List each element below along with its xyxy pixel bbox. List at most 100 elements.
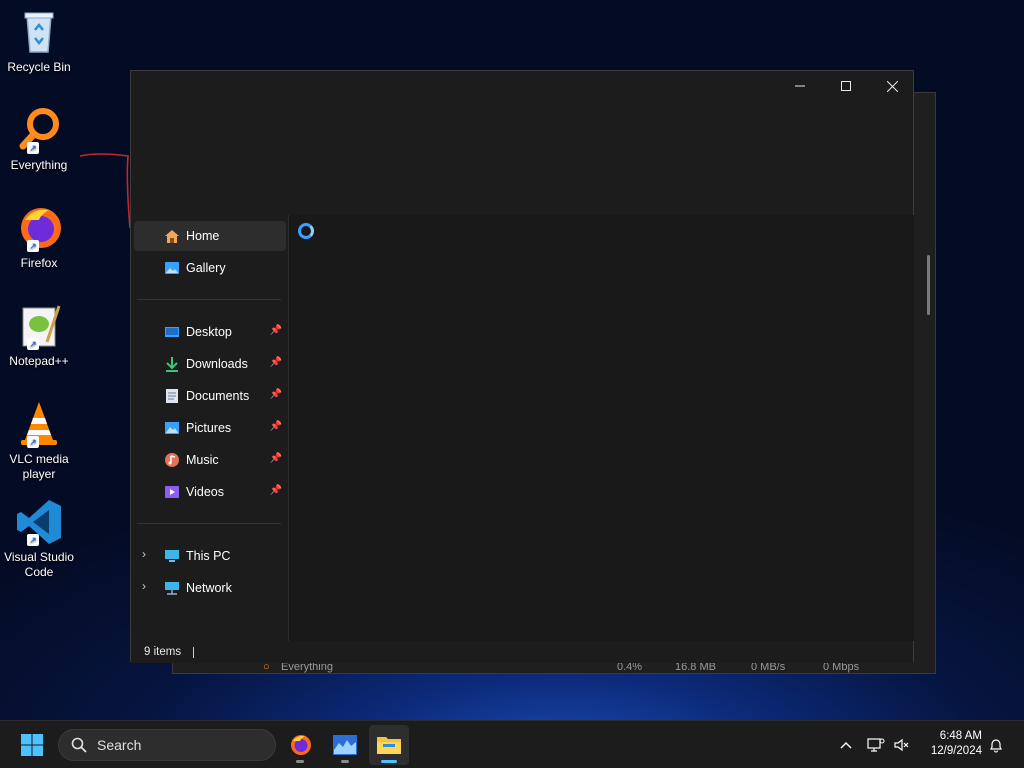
nav-item-desktop[interactable]: Desktop 📌 <box>134 317 286 347</box>
task-manager-icon <box>333 735 357 755</box>
pin-icon[interactable]: 📌 <box>270 485 282 496</box>
everything-small-icon: ○ <box>263 663 270 673</box>
network-status-icon[interactable] <box>866 735 886 755</box>
folder-icon <box>377 737 401 754</box>
start-button[interactable] <box>12 725 52 765</box>
desktop-icon-label: VLC media player <box>9 452 69 481</box>
process-cpu: 0.4% <box>617 663 643 673</box>
download-arrow-icon <box>164 356 180 372</box>
desktop-folder-icon <box>164 324 180 340</box>
picture-icon <box>164 420 180 436</box>
taskbar-file-explorer[interactable] <box>369 725 409 765</box>
desktop-icon-everything[interactable]: ↗ Everything <box>2 106 76 173</box>
close-icon <box>886 80 898 92</box>
background-process-row[interactable]: ○ Everything 0.4% 16.8 MB 0 MB/s 0 Mbps <box>259 663 939 675</box>
search-placeholder: Search <box>97 737 142 753</box>
nav-item-home[interactable]: Home <box>134 221 286 251</box>
nav-item-music[interactable]: Music 📌 <box>134 445 286 475</box>
volume-muted-icon[interactable] <box>892 735 912 755</box>
nav-label: Gallery <box>186 261 226 275</box>
taskbar-task-manager[interactable] <box>325 725 365 765</box>
nav-item-this-pc[interactable]: › This PC <box>134 541 286 571</box>
pin-icon[interactable]: 📌 <box>270 421 282 432</box>
nav-label: Videos <box>186 485 224 499</box>
nav-label: Network <box>186 581 232 595</box>
taskbar-firefox[interactable] <box>280 725 320 765</box>
running-indicator <box>296 760 304 763</box>
nav-item-pictures[interactable]: Pictures 📌 <box>134 413 286 443</box>
desktop-icon-label: Notepad++ <box>9 354 69 368</box>
show-hidden-icons-chevron-up-icon[interactable] <box>836 735 856 755</box>
nav-divider <box>137 523 281 524</box>
desktop-icon-label: Recycle Bin <box>7 60 71 74</box>
notepadpp-icon: ↗ <box>15 302 63 350</box>
nav-label: This PC <box>186 549 231 563</box>
nav-item-gallery[interactable]: Gallery <box>134 253 286 283</box>
close-button[interactable] <box>869 71 915 101</box>
running-indicator <box>341 760 349 763</box>
nav-label: Home <box>186 229 220 243</box>
nav-label: Desktop <box>186 325 232 339</box>
shortcut-arrow-icon: ↗ <box>27 436 39 448</box>
shortcut-arrow-icon: ↗ <box>27 142 39 154</box>
loading-spinner-icon <box>298 223 314 239</box>
item-count: 9 items <box>144 646 182 658</box>
document-icon <box>164 388 180 404</box>
notification-bell-icon[interactable] <box>986 735 1006 755</box>
process-name: Everything <box>281 663 333 673</box>
pin-icon[interactable]: 📌 <box>270 325 282 336</box>
desktop-icon-label: Everything <box>10 158 68 172</box>
nav-divider <box>137 299 281 300</box>
firefox-icon <box>291 735 311 755</box>
minimize-icon <box>795 85 805 87</box>
taskbar[interactable]: Search 6:48 AM 12/9/2024 <box>0 720 1024 768</box>
clock-date: 12/9/2024 <box>930 745 982 757</box>
background-scrollbar[interactable] <box>927 255 930 315</box>
status-separator <box>193 646 195 658</box>
navigation-pane[interactable]: Home Gallery Desktop 📌 Downloads 📌 Docum… <box>131 215 289 641</box>
minimize-button[interactable] <box>777 71 823 101</box>
toolbar-area <box>131 101 913 215</box>
pin-icon[interactable]: 📌 <box>270 389 282 400</box>
maximize-button[interactable] <box>823 71 869 101</box>
pin-icon[interactable]: 📌 <box>270 453 282 464</box>
windows-logo-icon <box>21 734 43 756</box>
taskbar-search-box[interactable]: Search <box>58 729 276 761</box>
process-disk: 0 MB/s <box>751 663 786 673</box>
video-icon <box>164 484 180 500</box>
nav-label: Documents <box>186 389 250 403</box>
desktop-icon-recycle-bin[interactable]: Recycle Bin <box>2 8 76 75</box>
nav-label: Pictures <box>186 421 232 435</box>
desktop-icon-vlc[interactable]: ↗ VLC media player <box>2 400 76 482</box>
shortcut-arrow-icon: ↗ <box>27 534 39 546</box>
nav-label: Music <box>186 453 219 467</box>
content-area[interactable] <box>290 215 914 641</box>
desktop-icon-label: Firefox <box>20 256 58 270</box>
search-icon <box>71 737 87 753</box>
clock[interactable]: 6:48 AM 12/9/2024 <box>931 729 982 759</box>
file-explorer-window[interactable]: Home Gallery Desktop 📌 Downloads 📌 Docum… <box>130 70 914 663</box>
nav-label: Downloads <box>186 357 248 371</box>
active-indicator <box>381 760 397 763</box>
desktop-icon-firefox[interactable]: ↗ Firefox <box>2 204 76 271</box>
desktop-icon-notepadpp[interactable]: ↗ Notepad++ <box>2 302 76 369</box>
shortcut-arrow-icon: ↗ <box>27 338 39 350</box>
chevron-right-icon[interactable]: › <box>142 547 146 561</box>
gallery-icon <box>164 260 180 276</box>
computer-monitor-icon <box>164 548 180 564</box>
title-bar[interactable] <box>131 71 913 101</box>
maximize-icon <box>841 81 851 91</box>
red-annotation-stroke <box>79 153 131 229</box>
pin-icon[interactable]: 📌 <box>270 357 282 368</box>
nav-item-network[interactable]: › Network <box>134 573 286 603</box>
everything-magnifier-icon: ↗ <box>15 106 63 154</box>
status-bar: 9 items <box>131 641 913 663</box>
nav-item-downloads[interactable]: Downloads 📌 <box>134 349 286 379</box>
chevron-right-icon[interactable]: › <box>142 579 146 593</box>
home-icon <box>164 228 180 244</box>
nav-item-documents[interactable]: Documents 📌 <box>134 381 286 411</box>
nav-item-videos[interactable]: Videos 📌 <box>134 477 286 507</box>
recycle-bin-icon <box>15 8 63 56</box>
desktop-icon-vscode[interactable]: ↗ Visual Studio Code <box>2 498 76 580</box>
music-note-icon <box>164 452 180 468</box>
